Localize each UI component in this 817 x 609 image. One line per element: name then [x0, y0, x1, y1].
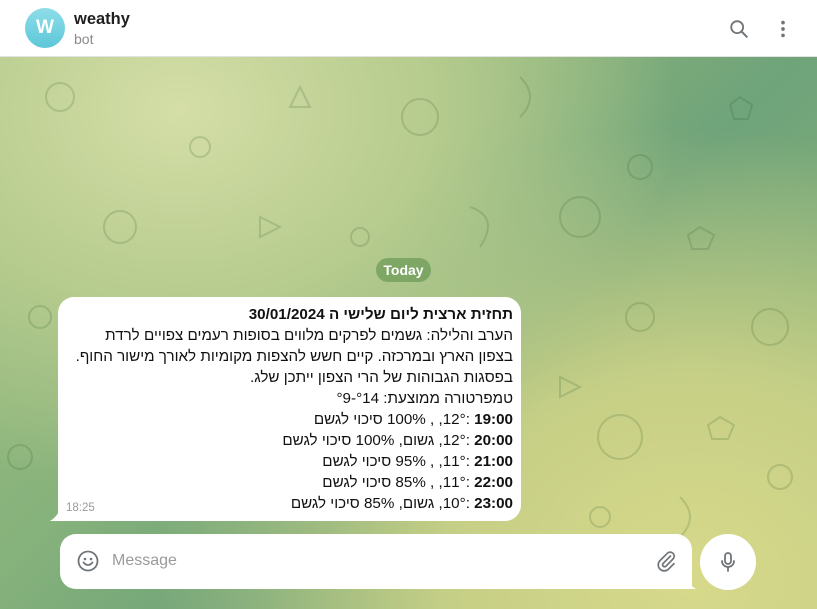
attach-button[interactable] [654, 549, 678, 578]
chat-window: W weathy bot Today תחזית ארצית ליום שליש… [0, 0, 817, 609]
chat-title[interactable]: weathy [74, 10, 130, 29]
forecast-hour: 19:00 [474, 411, 513, 428]
message-timestamp: 18:25 [66, 502, 95, 514]
emoji-button[interactable] [76, 549, 100, 578]
microphone-icon [721, 552, 735, 572]
more-options-button[interactable] [768, 14, 798, 44]
forecast-line: 22:00 :11°, , 85% סיכוי לגשם [68, 472, 513, 493]
composer-tail [686, 577, 696, 589]
message-temperature: טמפרטורה ממוצעת: °14-°9 [336, 390, 513, 407]
chat-subtitle: bot [74, 31, 94, 47]
message-description: הערב והלילה: גשמים לפרקים מלווים בסופות … [75, 327, 513, 386]
avatar[interactable]: W [25, 8, 65, 48]
message-title: תחזית ארצית ליום שלישי ה 30/01/2024 [248, 306, 513, 323]
search-icon [730, 20, 748, 38]
search-button[interactable] [724, 14, 754, 44]
forecast-hour: 23:00 [474, 495, 513, 512]
message-text: תחזית ארצית ליום שלישי ה 30/01/2024 הערב… [68, 304, 513, 514]
forecast-line: 21:00 :11°, , 95% סיכוי לגשם [68, 451, 513, 472]
forecast-detail: :10°, גשום, 85% סיכוי לגשם [290, 495, 475, 512]
voice-record-button[interactable] [700, 534, 756, 590]
more-vertical-icon [781, 20, 785, 38]
forecast-detail: :12°, , 100% סיכוי לגשם [313, 411, 475, 428]
emoji-icon [77, 550, 99, 572]
forecast-line: 20:00 :12°, גשום, 100% סיכוי לגשם [68, 430, 513, 451]
forecast-hour: 22:00 [474, 474, 513, 491]
forecast-line: 23:00 :10°, גשום, 85% סיכוי לגשם [68, 493, 513, 514]
chat-header: W weathy bot [0, 0, 817, 57]
message-bubble[interactable]: תחזית ארצית ליום שלישי ה 30/01/2024 הערב… [58, 297, 521, 521]
forecast-detail: :12°, גשום, 100% סיכוי לגשם [282, 432, 475, 449]
message-composer: Message [60, 534, 692, 589]
message-input[interactable]: Message [112, 552, 177, 570]
forecast-detail: :11°, , 95% סיכוי לגשם [322, 453, 475, 470]
date-separator: Today [376, 258, 431, 282]
forecast-detail: :11°, , 85% סיכוי לגשם [322, 474, 475, 491]
forecast-hour: 21:00 [474, 453, 513, 470]
forecast-line: 19:00 :12°, , 100% סיכוי לגשם [68, 409, 513, 430]
forecast-hour: 20:00 [474, 432, 513, 449]
paperclip-icon [657, 551, 676, 572]
